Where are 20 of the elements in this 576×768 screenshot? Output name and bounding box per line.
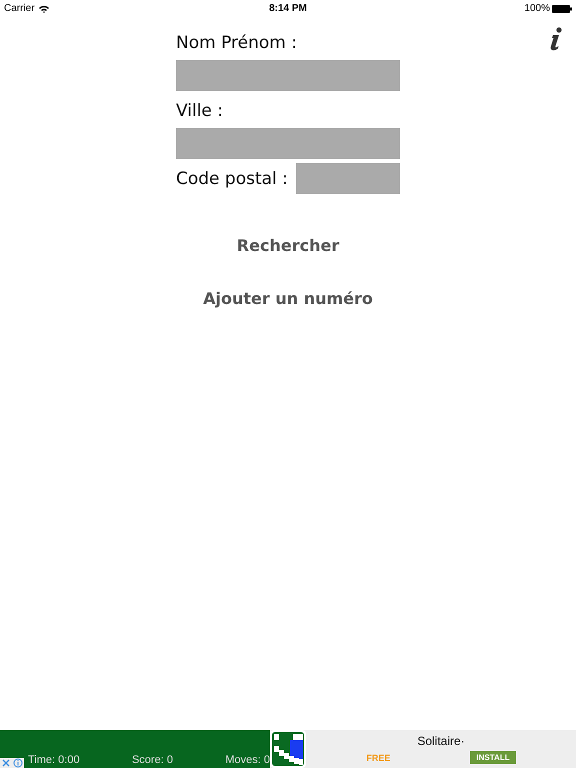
input-field[interactable] — [296, 163, 400, 194]
field-label: Ville : — [176, 100, 224, 123]
game-stat: Score: 0 — [132, 754, 173, 766]
wifi-icon — [38, 4, 49, 12]
add-number-button[interactable]: Ajouter un numéro — [203, 289, 373, 308]
close-icon[interactable] — [0, 758, 12, 768]
battery-icon — [552, 4, 572, 12]
input-field[interactable] — [176, 60, 400, 91]
search-button[interactable]: Rechercher — [236, 236, 340, 255]
game-stat: Time: 0:00 — [28, 754, 80, 766]
battery-percent: 100% — [524, 3, 550, 14]
clock: 8:14 PM — [269, 3, 307, 14]
input-field[interactable] — [176, 128, 400, 159]
field-label: Code postal : — [176, 168, 288, 188]
field-label: Nom Prénom : — [176, 32, 298, 55]
game-stat: Moves: 0 — [225, 754, 270, 766]
info-icon[interactable] — [548, 27, 564, 51]
ad-title: Solitaire· — [417, 734, 465, 748]
carrier-label: Carrier — [4, 3, 35, 14]
price-label: FREE — [366, 752, 390, 762]
